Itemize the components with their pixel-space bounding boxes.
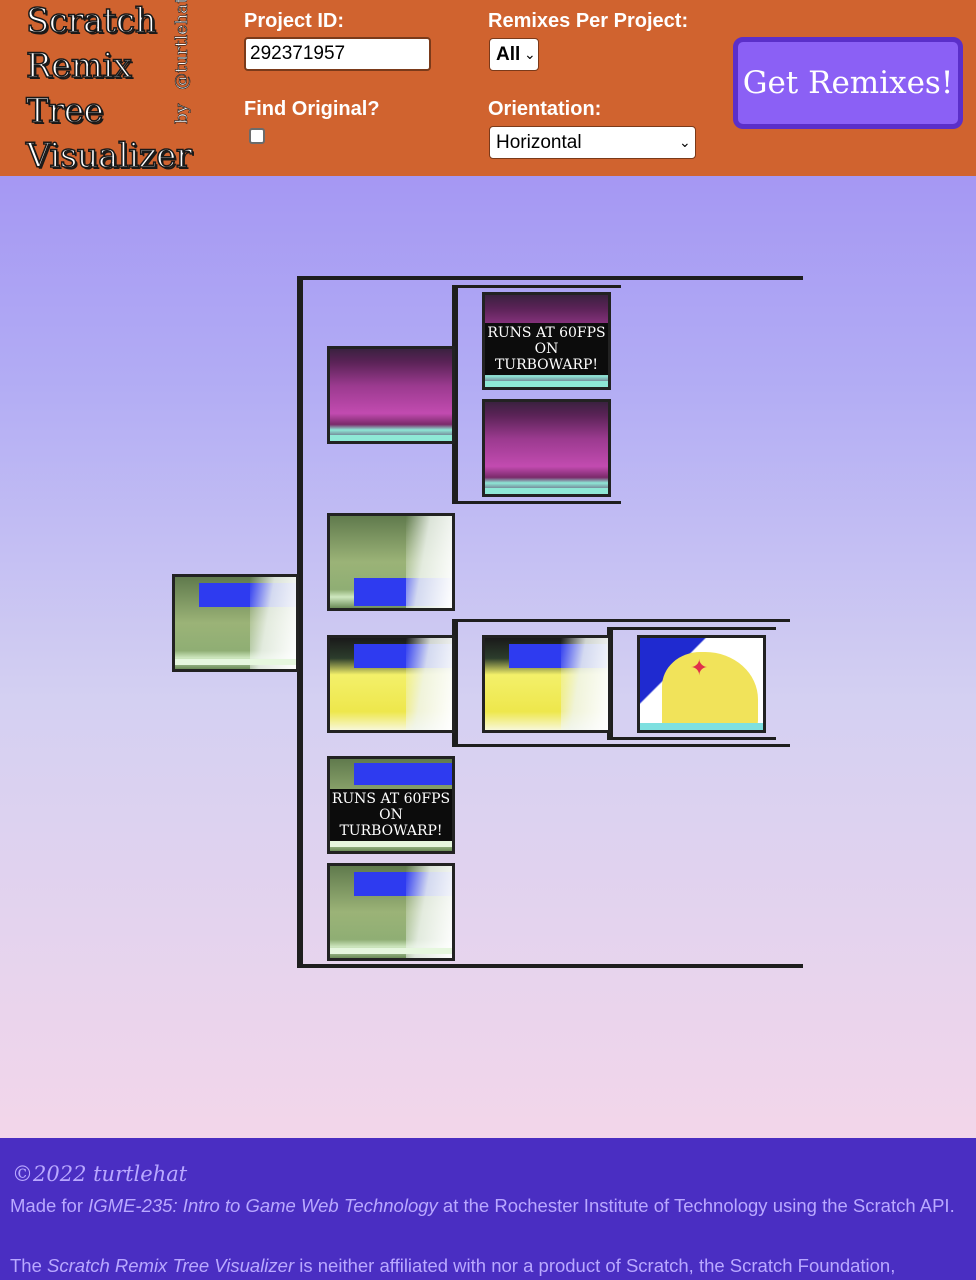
find-original-label: Find Original? <box>244 98 380 120</box>
thumbnail-stripe <box>330 948 452 954</box>
logo-word-3: Tree <box>25 91 104 131</box>
remixes-select-value: All <box>496 44 521 65</box>
tree-branch-main-top <box>297 276 803 280</box>
star-icon: ✦ <box>690 656 709 681</box>
project-thumbnail-child-1-2[interactable] <box>482 399 611 497</box>
disclaimer-prefix: The <box>10 1255 48 1276</box>
app-header: Scratch Remix Tree Visualizer by @turtle… <box>0 0 976 176</box>
made-for-prefix: Made for <box>10 1195 89 1216</box>
tree-branch-sub-2-bottom <box>452 744 790 747</box>
project-thumbnail-child-1-1[interactable]: RUNS AT 60FPS ON TURBOWARP! <box>482 292 611 390</box>
made-for-suffix: at the Rochester Institute of Technology… <box>437 1195 955 1216</box>
chevron-down-icon: ⌄ <box>524 46 536 62</box>
chevron-down-icon: ⌄ <box>679 134 691 150</box>
logo-word-2: Remix <box>25 46 133 86</box>
project-id-label: Project ID: <box>244 10 345 32</box>
remixes-per-project-select[interactable]: All ⌄ <box>489 38 539 71</box>
logo-word-4: Visualizer <box>25 136 192 176</box>
thumbnail-wall <box>405 516 452 608</box>
project-thumbnail-child-3-1[interactable] <box>482 635 611 733</box>
project-thumbnail-child-3-1-1[interactable]: ✦ <box>637 635 766 733</box>
thumbnail-wall <box>561 638 608 730</box>
thumbnail-wall <box>405 866 452 958</box>
thumbnail-stripe <box>485 381 608 387</box>
thumbnail-wall <box>405 638 452 730</box>
project-id-input[interactable]: 292371957 <box>244 37 431 71</box>
app-name: Scratch Remix Tree Visualizer <box>47 1255 295 1276</box>
byline-author: @turtlehat <box>172 0 193 90</box>
thumbnail-stripe <box>485 488 608 494</box>
thumbnail-wall <box>250 577 296 669</box>
get-remixes-button[interactable]: Get Remixes! <box>733 37 963 129</box>
thumbnail-caption: RUNS AT 60FPS ON TURBOWARP! <box>330 789 452 841</box>
find-original-checkbox[interactable] <box>249 128 265 144</box>
thumbnail-stripe <box>330 435 452 441</box>
logo-word-1: Scratch <box>25 1 157 41</box>
disclaimer-text: The Scratch Remix Tree Visualizer is nei… <box>10 1256 966 1276</box>
project-thumbnail-child-4[interactable]: RUNS AT 60FPS ON TURBOWARP! <box>327 756 455 854</box>
thumbnail-stripe <box>330 841 452 847</box>
orientation-select[interactable]: Horizontal ⌄ <box>489 126 696 159</box>
tree-branch-sub-3-top <box>607 627 776 630</box>
tree-branch-main-bottom <box>297 964 803 968</box>
copyright-text: ©2022 turtlehat <box>12 1162 188 1186</box>
app-footer: ©2022 turtlehat Made for IGME-235: Intro… <box>0 1138 976 1280</box>
project-thumbnail-child-3[interactable] <box>327 635 455 733</box>
course-name: IGME-235: Intro to Game Web Technology <box>88 1195 438 1216</box>
instruction-box <box>354 763 452 785</box>
disclaimer-suffix: is neither affiliated with nor a product… <box>294 1255 896 1276</box>
tree-branch-sub-2-top <box>452 619 790 622</box>
remixes-per-project-label: Remixes Per Project: <box>488 10 689 32</box>
byline-by: by <box>172 103 193 124</box>
thumbnail-stripe <box>175 659 296 665</box>
project-thumbnail-child-1[interactable] <box>327 346 455 444</box>
thumbnail-caption: RUNS AT 60FPS ON TURBOWARP! <box>485 323 608 375</box>
project-thumbnail-child-5[interactable] <box>327 863 455 961</box>
tree-branch-sub-3-bottom <box>607 737 776 740</box>
orientation-select-value: Horizontal <box>496 132 582 153</box>
tree-branch-sub-1-top <box>452 285 621 288</box>
tree-branch-sub-1-bottom <box>452 501 621 504</box>
orientation-label: Orientation: <box>488 98 602 120</box>
project-thumbnail-child-2[interactable] <box>327 513 455 611</box>
thumbnail-stripe <box>640 723 763 730</box>
logo-byline: by @turtlehat <box>164 0 193 124</box>
made-for-text: Made for IGME-235: Intro to Game Web Tec… <box>10 1196 966 1216</box>
project-thumbnail-root[interactable] <box>172 574 299 672</box>
